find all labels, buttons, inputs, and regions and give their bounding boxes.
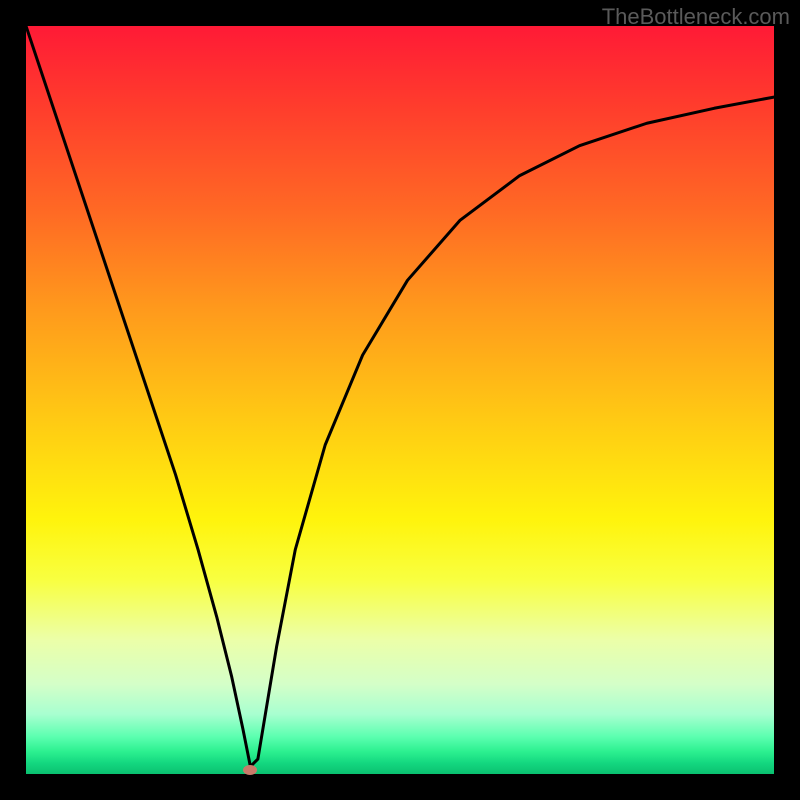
chart-frame: TheBottleneck.com <box>0 0 800 800</box>
plot-area <box>26 26 774 774</box>
bottleneck-curve <box>26 26 774 774</box>
optimal-point-marker <box>243 765 257 775</box>
attribution-text: TheBottleneck.com <box>602 4 790 30</box>
